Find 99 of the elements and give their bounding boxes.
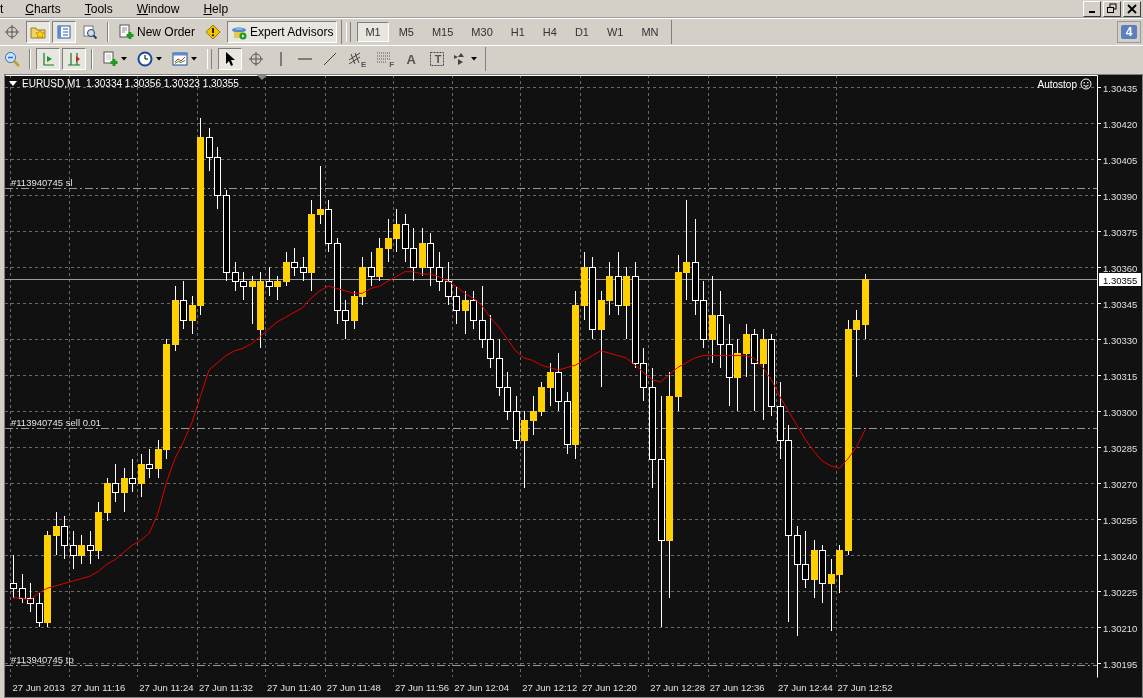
price-axis-label: 1.30345 — [1103, 298, 1138, 310]
new-chart-icon — [102, 51, 118, 67]
timeframe-button[interactable]: H1 — [502, 22, 533, 42]
clock-icon — [137, 51, 153, 67]
star-folder-icon — [30, 24, 46, 40]
menu-item[interactable]: Tools — [81, 1, 120, 16]
caret-icon — [156, 57, 162, 61]
candlestick — [10, 554, 17, 599]
order-label: #113940745 sl — [11, 176, 73, 188]
time-axis-label: 27 Jun 12:44 — [777, 682, 833, 693]
caret-icon — [121, 57, 127, 61]
expert-status: Autostop — [1037, 78, 1077, 90]
crosshair-icon — [248, 51, 264, 67]
price-axis-label: 1.30300 — [1103, 406, 1138, 418]
smiley-icon — [1080, 78, 1092, 90]
time-axis-label: 27 Jun 11:56 — [394, 682, 450, 693]
trend-line-icon — [322, 51, 338, 67]
timeframe-button[interactable]: H4 — [534, 22, 565, 42]
menu-item[interactable]: Window — [133, 1, 187, 16]
channel-tool-button[interactable]: E — [344, 48, 371, 70]
time-axis-label: 27 Jun 12:04 — [454, 682, 510, 693]
frame-icon — [428, 51, 445, 67]
close-button[interactable] — [1123, 0, 1141, 17]
minimize-icon — [1089, 11, 1095, 13]
window-list-icon — [56, 24, 72, 40]
time-axis-label: 27 Jun 12:28 — [650, 682, 706, 693]
expert-hat-button[interactable]: Expert Advisors — [227, 21, 338, 43]
menu-item[interactable]: t — [0, 1, 11, 16]
chart-prices: 1.30334 1.30356 1.30323 1.30355 — [85, 78, 239, 89]
collapse-triangle-icon[interactable] — [9, 81, 17, 86]
price-axis-label: 1.30270 — [1103, 478, 1138, 490]
timeframe-button[interactable]: W1 — [598, 22, 632, 42]
vertical-line-icon — [280, 52, 282, 66]
horizontal-line-icon — [298, 58, 312, 60]
price-axis-label: 1.30420 — [1103, 118, 1138, 130]
caret-icon — [191, 57, 197, 61]
order-label: #113940745 sell 0.01 — [11, 416, 102, 428]
price-axis-label: 1.30405 — [1103, 154, 1138, 166]
fibonacci-tool-button[interactable]: F — [372, 48, 399, 70]
chart-symbol: EURUSD,M1 — [22, 78, 81, 89]
candlestick — [862, 273, 869, 340]
timeframe-button[interactable]: MN — [633, 22, 667, 42]
restore-button[interactable] — [1103, 0, 1121, 17]
time-axis-label: 27 Jun 12:12 — [522, 682, 578, 693]
timeframe-button[interactable]: M1 — [357, 22, 389, 42]
star-folder-button[interactable] — [26, 21, 50, 43]
price-axis-label: 1.30390 — [1103, 190, 1138, 202]
template-icon — [172, 51, 188, 67]
new-order-button[interactable]: New Order — [114, 21, 199, 43]
price-axis-label: 1.30360 — [1103, 262, 1138, 274]
time-axis-label: 27 Jun 11:16 — [71, 682, 126, 693]
restore-icon — [1105, 1, 1119, 16]
close-icon — [1125, 1, 1139, 16]
time-axis-label: 27 Jun 12:52 — [837, 682, 893, 693]
menu-item[interactable]: Charts — [22, 1, 68, 16]
notifications-button[interactable]: 4 — [1117, 21, 1141, 43]
chart-shift-button[interactable] — [62, 48, 86, 70]
timeframe-button[interactable]: M30 — [463, 22, 501, 42]
price-axis-label: 1.30330 — [1103, 334, 1138, 346]
time-axis-label: 27 Jun 11:32 — [198, 682, 254, 693]
chart-shift-icon — [66, 51, 82, 67]
price-axis-label: 1.30285 — [1103, 442, 1138, 454]
time-axis-label: 27 Jun 11:40 — [267, 682, 322, 693]
magnifier-chart-icon — [82, 24, 98, 40]
expert-hat-icon — [231, 24, 247, 40]
autoscroll-icon — [40, 51, 56, 67]
warning-icon — [205, 24, 221, 40]
time-axis-label: 27 Jun 12:36 — [709, 682, 765, 693]
order-label: #113940745 tp — [11, 653, 74, 665]
price-axis-label: 1.30195 — [1103, 658, 1138, 670]
zoom-out-icon — [4, 51, 20, 67]
current-price-label: 1.30355 — [1099, 273, 1141, 286]
shift-marker-icon[interactable] — [257, 75, 267, 80]
time-axis-label: 27 Jun 2013 — [12, 682, 65, 693]
time-axis-label: 27 Jun 11:24 — [139, 682, 194, 693]
time-axis-label: 27 Jun 12:20 — [581, 682, 637, 693]
timeframe-button[interactable]: M5 — [390, 22, 422, 42]
crosshair-icon — [4, 24, 20, 40]
timeframe-button[interactable]: D1 — [566, 22, 597, 42]
time-axis-label: 27 Jun 11:48 — [326, 682, 381, 693]
candlestick — [436, 251, 443, 292]
ref-line-label: 1.30355 — [1103, 274, 1138, 286]
price-axis-label: 1.30210 — [1103, 622, 1138, 634]
cursor-button[interactable] — [218, 48, 242, 70]
price-axis-label: 1.30375 — [1103, 226, 1138, 238]
autoscroll-button[interactable] — [36, 48, 60, 70]
price-axis-label: 1.30435 — [1103, 82, 1138, 94]
text-tool-button[interactable]: A — [400, 48, 423, 70]
price-axis-label: 1.30240 — [1103, 550, 1138, 562]
menu-item[interactable]: Help — [200, 1, 236, 16]
price-axis-label: 1.30315 — [1103, 370, 1138, 382]
text-label-tool-button[interactable]: T — [424, 48, 447, 70]
price-axis-label: 1.30255 — [1103, 514, 1138, 526]
new-order-icon — [118, 24, 134, 40]
window-list-button[interactable] — [52, 21, 76, 43]
timeframe-button[interactable]: M15 — [423, 22, 462, 42]
price-axis-label: 1.30225 — [1103, 586, 1138, 598]
caret-icon — [471, 57, 478, 61]
minimize-button[interactable] — [1083, 0, 1101, 17]
